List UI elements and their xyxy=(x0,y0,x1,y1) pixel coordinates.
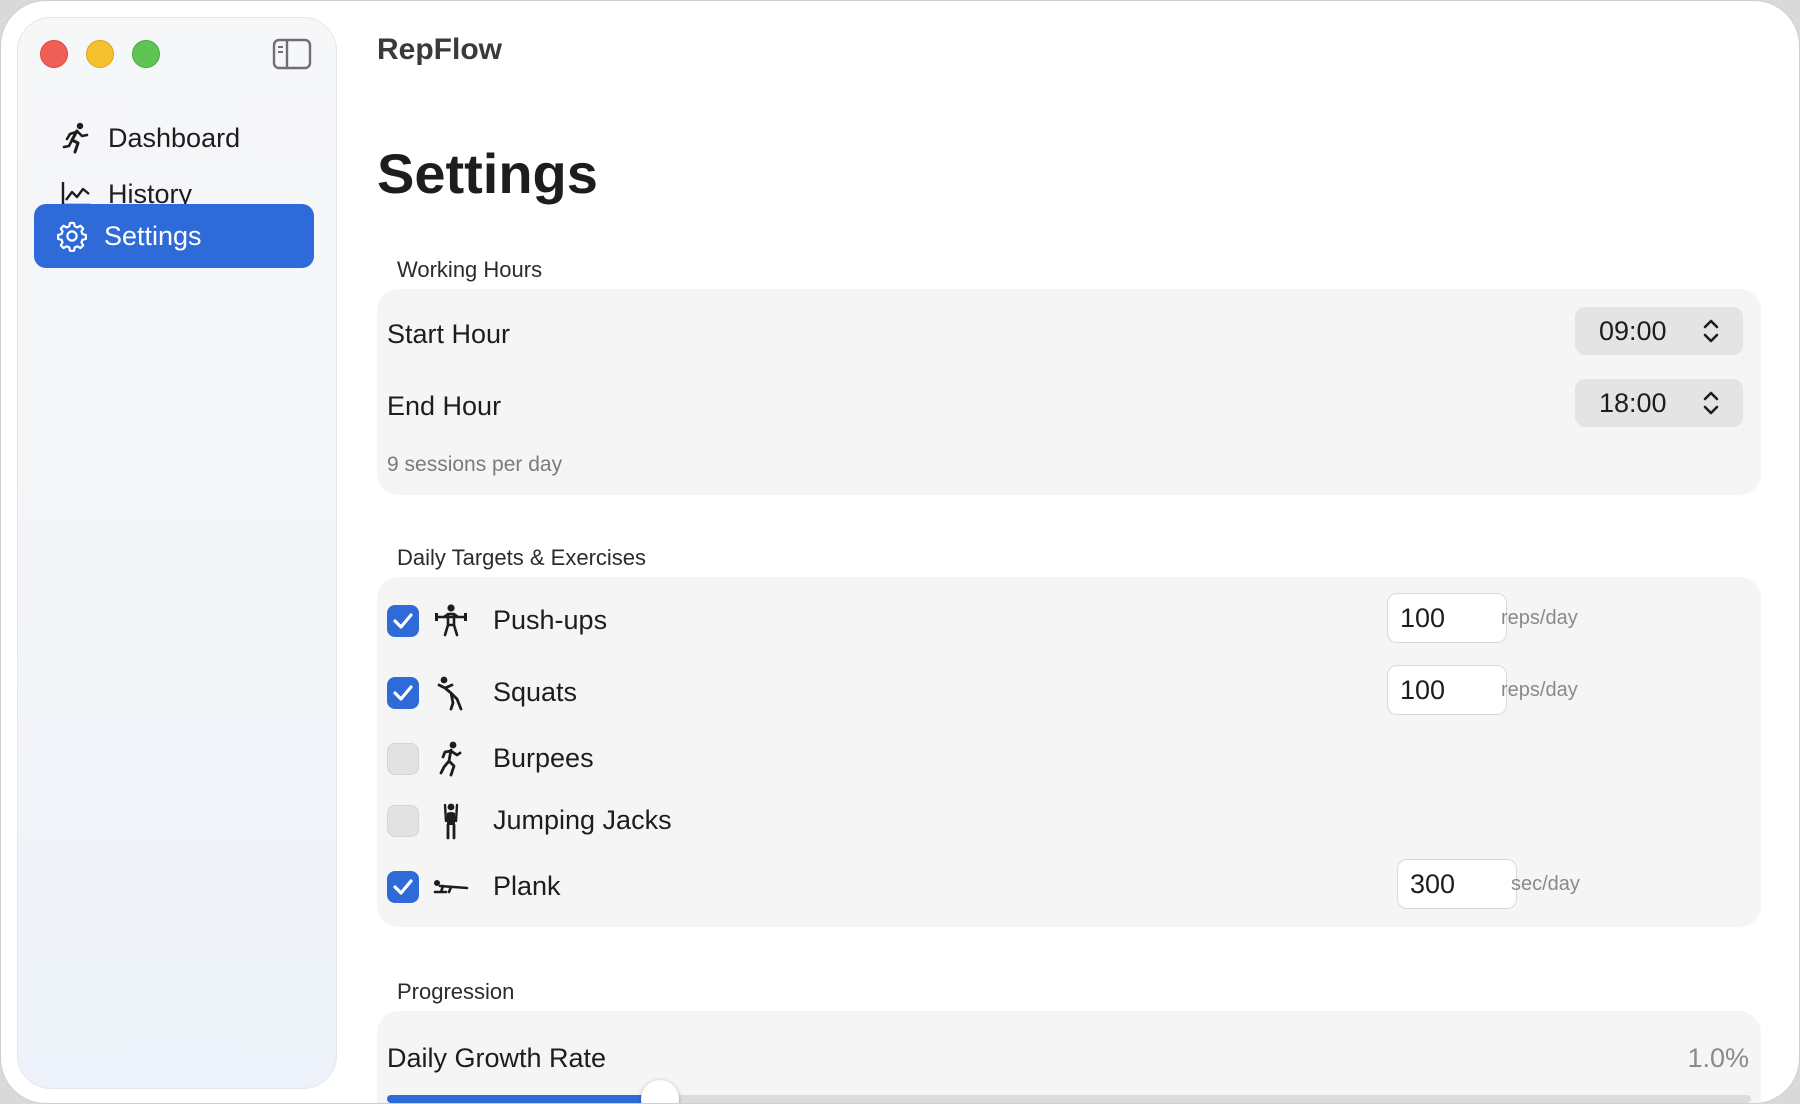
slider-fill xyxy=(387,1095,660,1103)
close-window-button[interactable] xyxy=(40,40,68,68)
exercise-name: Plank xyxy=(493,871,561,901)
zoom-window-button[interactable] xyxy=(132,40,160,68)
end-hour-value: 18:00 xyxy=(1599,387,1667,418)
plank-target-input[interactable]: 300 xyxy=(1397,859,1517,909)
sidebar-item-label: Settings xyxy=(104,220,202,251)
gear-icon xyxy=(54,218,90,254)
progression-card: Daily Growth Rate 1.0% xyxy=(377,1011,1761,1103)
exercise-name: Squats xyxy=(493,677,578,707)
pushups-target-input[interactable]: 100 xyxy=(1387,593,1507,643)
exercise-row-squats: Squats 100 reps/day xyxy=(387,665,1751,721)
slider-thumb[interactable] xyxy=(640,1080,679,1103)
squats-checkbox[interactable] xyxy=(387,677,419,709)
sidebar-item-settings[interactable]: Settings xyxy=(34,204,314,268)
page-title: Settings xyxy=(377,142,598,205)
exercise-row-pushups: Push-ups 100 reps/day xyxy=(387,593,1751,649)
running-figure-icon xyxy=(58,120,94,156)
daily-growth-rate-value: 1.0% xyxy=(1687,1043,1749,1073)
sidebar-item-label: Dashboard xyxy=(108,122,241,153)
start-hour-stepper[interactable]: 09:00 xyxy=(1575,307,1743,355)
app-window: Dashboard History Settings RepFlow Setti… xyxy=(0,0,1800,1104)
section-header-daily-targets: Daily Targets & Exercises xyxy=(397,545,647,570)
burpees-checkbox[interactable] xyxy=(387,743,419,775)
burpee-figure-icon xyxy=(431,739,471,779)
section-header-working-hours: Working Hours xyxy=(397,257,543,282)
squats-target-input[interactable]: 100 xyxy=(1387,665,1507,715)
daily-growth-rate-label: Daily Growth Rate xyxy=(387,1043,607,1073)
exercise-name: Push-ups xyxy=(493,605,608,635)
start-hour-value: 09:00 xyxy=(1599,315,1667,346)
exercise-row-plank: Plank 300 sec/day xyxy=(387,859,1751,915)
unit-label: reps/day xyxy=(1501,679,1578,701)
jumping-jacks-figure-icon xyxy=(431,801,471,841)
growth-rate-slider[interactable] xyxy=(387,1080,1751,1103)
section-header-progression: Progression xyxy=(397,979,515,1004)
sidebar-toggle-icon[interactable] xyxy=(272,38,312,70)
end-hour-label: End Hour xyxy=(387,391,502,421)
exercise-name: Burpees xyxy=(493,743,594,773)
sidebar-item-dashboard[interactable]: Dashboard xyxy=(38,106,318,170)
checkmark-icon xyxy=(393,613,413,629)
checkmark-icon xyxy=(393,685,413,701)
app-title: RepFlow xyxy=(377,33,502,66)
up-down-chevron-icon xyxy=(1703,391,1719,415)
squat-figure-icon xyxy=(431,673,471,713)
pushups-checkbox[interactable] xyxy=(387,605,419,637)
daily-targets-card: Push-ups 100 reps/day Squats 100 reps/da… xyxy=(377,577,1761,927)
exercise-name: Jumping Jacks xyxy=(493,805,672,835)
minimize-window-button[interactable] xyxy=(86,40,114,68)
up-down-chevron-icon xyxy=(1703,319,1719,343)
working-hours-card: Start Hour 09:00 End Hour 18:00 9 sessio… xyxy=(377,289,1761,495)
sessions-per-day-hint: 9 sessions per day xyxy=(387,453,563,476)
exercise-row-jumping-jacks: Jumping Jacks xyxy=(387,793,1751,849)
sidebar: Dashboard History Settings xyxy=(17,17,337,1089)
unit-label: sec/day xyxy=(1511,873,1580,895)
jumping-jacks-checkbox[interactable] xyxy=(387,805,419,837)
unit-label: reps/day xyxy=(1501,607,1578,629)
plank-figure-icon xyxy=(431,867,471,907)
checkmark-icon xyxy=(393,879,413,895)
start-hour-label: Start Hour xyxy=(387,319,511,349)
plank-checkbox[interactable] xyxy=(387,871,419,903)
pushup-figure-icon xyxy=(431,601,471,641)
end-hour-stepper[interactable]: 18:00 xyxy=(1575,379,1743,427)
exercise-row-burpees: Burpees xyxy=(387,731,1751,787)
